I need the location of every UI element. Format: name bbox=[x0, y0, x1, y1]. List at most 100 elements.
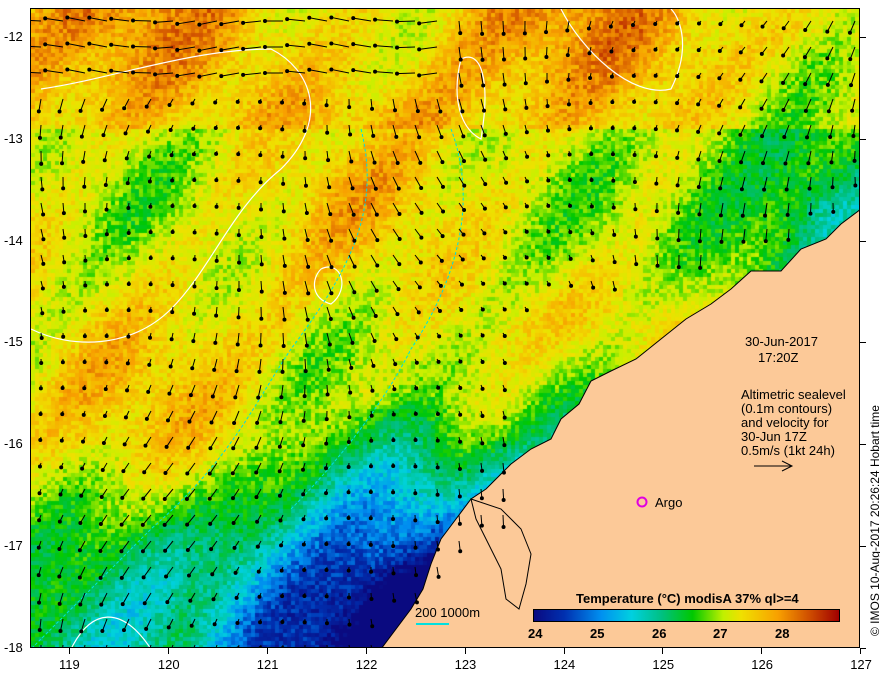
velocity-arrow-head bbox=[504, 180, 509, 185]
velocity-arrow-head bbox=[104, 334, 109, 339]
velocity-arrow-head bbox=[280, 594, 285, 599]
bathymetry-contours bbox=[32, 128, 464, 647]
velocity-arrow bbox=[67, 43, 86, 48]
velocity-arrow-head bbox=[78, 520, 83, 525]
velocity-arrow-head bbox=[346, 440, 351, 445]
velocity-arrow-head bbox=[43, 68, 48, 73]
velocity-arrow-head bbox=[373, 17, 378, 22]
velocity-arrow-head bbox=[192, 257, 197, 262]
annotation-date: 30-Jun-2017 bbox=[745, 334, 818, 349]
velocity-arrow-head bbox=[348, 390, 353, 395]
velocity-arrow bbox=[45, 43, 64, 48]
velocity-arrow-head bbox=[394, 134, 399, 139]
velocity-arrow bbox=[353, 17, 372, 22]
velocity-arrow-head bbox=[351, 68, 356, 73]
velocity-arrow-head bbox=[483, 182, 488, 187]
velocity-arrow-head bbox=[352, 238, 357, 243]
velocity-arrow-head bbox=[397, 237, 402, 242]
velocity-arrow-head bbox=[281, 646, 285, 647]
velocity-arrow-head bbox=[81, 412, 86, 417]
velocity-arrow-head bbox=[304, 646, 306, 647]
velocity-arrow-head bbox=[352, 264, 357, 269]
velocity-arrow-head bbox=[39, 361, 44, 366]
velocity-arrow-head bbox=[99, 602, 104, 607]
velocity-arrow-head bbox=[324, 568, 329, 573]
velocity-arrow-head bbox=[277, 493, 282, 498]
velocity-arrow-head bbox=[186, 445, 191, 450]
velocity-arrow-head bbox=[374, 288, 379, 293]
velocity-arrow-head bbox=[610, 125, 615, 130]
velocity-arrow-head bbox=[438, 283, 443, 288]
velocity-arrow-head bbox=[825, 82, 830, 87]
velocity-arrow-head bbox=[142, 470, 147, 475]
velocity-arrow-head bbox=[78, 602, 83, 607]
velocity-arrow-head bbox=[104, 360, 109, 365]
velocity-arrow-head bbox=[301, 418, 306, 423]
velocity-arrow-head bbox=[415, 109, 420, 114]
velocity-arrow-head bbox=[786, 237, 791, 242]
velocity-arrow-head bbox=[65, 15, 70, 20]
velocity-arrow-head bbox=[417, 285, 422, 290]
velocity-arrow-head bbox=[717, 49, 722, 54]
velocity-arrow-head bbox=[395, 312, 400, 317]
velocity-arrow-head bbox=[329, 15, 334, 20]
velocity-arrow-head bbox=[184, 497, 189, 502]
velocity-arrow-head bbox=[441, 209, 446, 214]
velocity-arrow-head bbox=[759, 106, 764, 111]
velocity-arrow-head bbox=[324, 541, 329, 546]
velocity-arrow-head bbox=[395, 45, 400, 50]
velocity-arrow-head bbox=[167, 391, 172, 396]
velocity-arrow-head bbox=[653, 100, 658, 105]
velocity-arrow-head bbox=[459, 307, 464, 312]
velocity-arrow-head bbox=[807, 186, 812, 191]
y-axis-tick bbox=[860, 647, 866, 649]
y-axis-tick-label: -14 bbox=[4, 232, 23, 248]
velocity-arrow-head bbox=[544, 54, 549, 59]
velocity-arrow-head bbox=[59, 438, 64, 443]
map-frame[interactable]: 30-Jun-2017 17:20Z Altimetric sealevel (… bbox=[30, 8, 860, 648]
velocity-arrow-head bbox=[501, 497, 506, 502]
x-axis-tick bbox=[464, 648, 466, 654]
velocity-arrow-head bbox=[60, 161, 65, 166]
velocity-arrow-head bbox=[109, 16, 114, 21]
velocity-arrow-head bbox=[696, 129, 701, 134]
velocity-arrow-head bbox=[168, 128, 173, 133]
velocity-arrow-head bbox=[77, 575, 82, 580]
velocity-arrow-head bbox=[588, 101, 593, 106]
y-axis-tick bbox=[860, 342, 866, 344]
velocity-arrow-head bbox=[696, 157, 701, 162]
velocity-arrow-head bbox=[211, 597, 216, 602]
velocity-arrow-head bbox=[347, 622, 352, 627]
velocity-arrow-head bbox=[326, 158, 331, 163]
velocity-arrow-head bbox=[306, 291, 311, 296]
velocity-arrow-head bbox=[100, 107, 105, 112]
velocity-arrow-head bbox=[503, 205, 508, 210]
velocity-arrow-head bbox=[480, 31, 485, 36]
velocity-arrow bbox=[127, 644, 130, 647]
velocity-arrow-head bbox=[83, 233, 88, 238]
velocity-arrow-head bbox=[632, 99, 637, 104]
velocity-arrow-head bbox=[544, 30, 549, 35]
velocity-arrow-head bbox=[610, 100, 615, 105]
annotation-line-5: 0.5m/s (1kt 24h) bbox=[741, 443, 835, 458]
velocity-arrow-head bbox=[803, 108, 808, 113]
velocity-arrow-head bbox=[102, 413, 107, 418]
velocity-arrow-head bbox=[525, 154, 530, 159]
velocity-arrow-head bbox=[480, 468, 485, 473]
velocity-arrow-head bbox=[301, 517, 306, 522]
velocity-arrow-head bbox=[391, 490, 396, 495]
velocity-arrow-head bbox=[696, 102, 701, 107]
velocity-arrow bbox=[353, 69, 372, 74]
velocity-arrow-head bbox=[147, 154, 152, 159]
velocity-arrow-head bbox=[675, 101, 680, 106]
velocity-arrow-head bbox=[633, 207, 638, 212]
velocity-arrow-head bbox=[277, 444, 282, 449]
velocity-arrow-head bbox=[440, 160, 445, 165]
velocity-arrow bbox=[67, 69, 86, 74]
velocity-arrow-head bbox=[279, 568, 284, 573]
velocity-arrow-head bbox=[393, 362, 398, 367]
velocity-arrow-head bbox=[391, 517, 396, 522]
velocity-arrow-head bbox=[131, 70, 136, 75]
velocity-arrow-head bbox=[503, 255, 508, 260]
velocity-arrow-head bbox=[501, 524, 506, 529]
